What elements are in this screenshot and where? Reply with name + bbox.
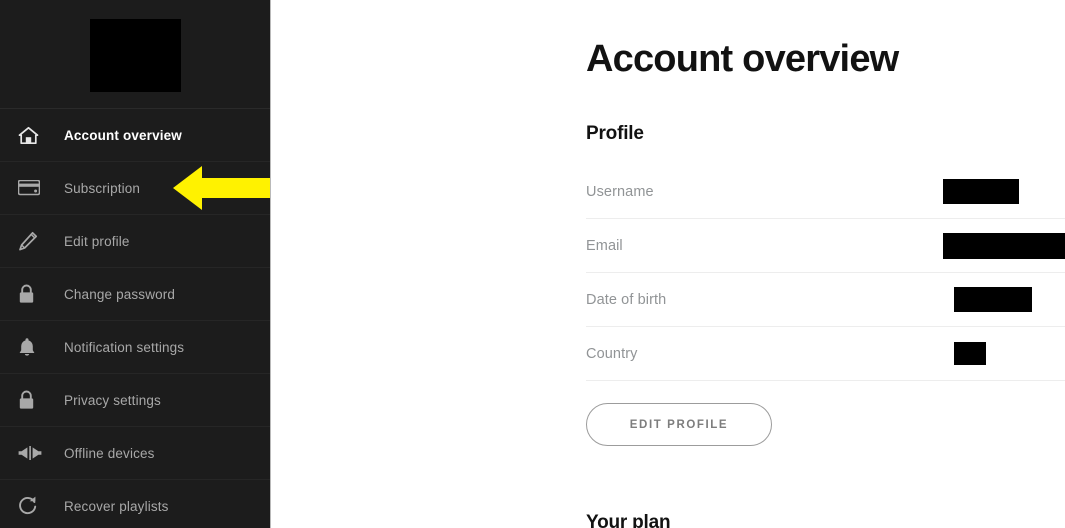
sidebar-item-label: Recover playlists [64, 498, 169, 514]
your-plan-section-title: Your plan [586, 512, 671, 528]
username-redaction-box [943, 179, 1019, 204]
profile-label: Email [586, 237, 623, 254]
offline-devices-icon [18, 442, 46, 464]
brand-logo[interactable] [0, 0, 270, 108]
profile-label: Date of birth [586, 291, 667, 308]
profile-label: Country [586, 345, 638, 362]
sidebar-item-offline-devices[interactable]: Offline devices [0, 426, 270, 479]
country-redaction-box [954, 342, 986, 365]
sidebar-item-edit-profile[interactable]: Edit profile [0, 214, 270, 267]
table-row-date-of-birth: Date of birth [586, 273, 1065, 327]
profile-label: Username [586, 183, 654, 200]
page-title: Account overview [586, 38, 899, 80]
table-row-email: Email [586, 219, 1065, 273]
sidebar-item-label: Edit profile [64, 233, 130, 249]
profile-table: Username Email Date of birth Country [586, 165, 1065, 381]
date-of-birth-redaction-box [954, 287, 1032, 312]
sidebar-item-label: Offline devices [64, 445, 155, 461]
refresh-icon [18, 495, 46, 517]
sidebar-item-label: Change password [64, 286, 176, 302]
sidebar-item-change-password[interactable]: Change password [0, 267, 270, 320]
main-content: Account overview Profile Username Email … [271, 0, 1065, 528]
lock-icon [18, 389, 46, 411]
sidebar-nav: Account overview Subscription Edit profi… [0, 108, 270, 528]
sidebar-item-privacy-settings[interactable]: Privacy settings [0, 373, 270, 426]
email-redaction-box [943, 232, 1065, 259]
sidebar-item-label: Account overview [64, 127, 182, 143]
sidebar-item-notification-settings[interactable]: Notification settings [0, 320, 270, 373]
table-row-username: Username [586, 165, 1065, 219]
sidebar-item-subscription[interactable]: Subscription [0, 161, 270, 214]
credit-card-icon [18, 177, 46, 199]
home-icon [18, 124, 46, 146]
pencil-icon [18, 230, 46, 252]
logo-redaction-box [89, 18, 181, 92]
sidebar-item-label: Subscription [64, 180, 141, 196]
sidebar: Account overview Subscription Edit profi… [0, 0, 271, 528]
sidebar-item-label: Notification settings [64, 339, 185, 355]
sidebar-item-recover-playlists[interactable]: Recover playlists [0, 479, 270, 528]
profile-section-title: Profile [586, 123, 644, 144]
lock-icon [18, 283, 46, 305]
sidebar-item-account-overview[interactable]: Account overview [0, 108, 270, 161]
table-row-country: Country [586, 327, 1065, 381]
account-overview-page: Account overview Subscription Edit profi… [0, 0, 1065, 528]
sidebar-item-label: Privacy settings [64, 392, 161, 408]
bell-icon [18, 336, 46, 358]
edit-profile-button[interactable]: EDIT PROFILE [586, 403, 772, 446]
